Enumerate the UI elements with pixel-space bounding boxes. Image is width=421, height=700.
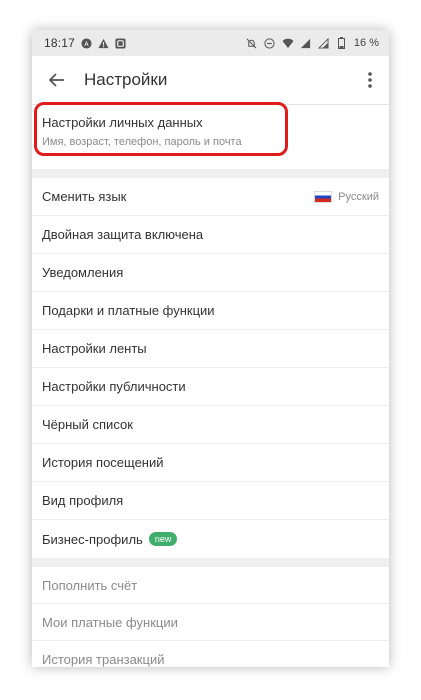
svg-text:A: A <box>84 39 89 47</box>
section-divider <box>32 169 389 178</box>
language-value: Русский <box>314 190 379 203</box>
phone-screen: 18:17 A 16 % Настройки Настройки личных … <box>32 30 389 667</box>
menu-item-label: История посещений <box>42 455 164 470</box>
menu-item[interactable]: Двойная защита включена <box>32 216 389 254</box>
menu-item-label: Вид профиля <box>42 493 124 508</box>
menu-item-top-up[interactable]: Пополнить счёт <box>32 567 389 604</box>
russian-flag-icon <box>314 190 333 203</box>
menu-item[interactable]: Вид профиля <box>32 482 389 520</box>
menu-item-paid-features[interactable]: Мои платные функции <box>32 604 389 641</box>
menu-item-label: Пополнить счёт <box>42 577 138 593</box>
menu-item-label: Настройки ленты <box>42 341 147 356</box>
signal-icon <box>300 37 312 49</box>
wifi-icon <box>282 37 294 49</box>
menu-item-label: Сменить язык <box>42 189 127 204</box>
page-title: Настройки <box>84 70 168 89</box>
personal-data-settings[interactable]: Настройки личных данных Имя, возраст, те… <box>32 102 389 169</box>
status-bar: 18:17 A 16 % <box>32 30 389 56</box>
language-name: Русский <box>338 190 379 203</box>
menu-item-label: Настройки публичности <box>42 379 186 394</box>
app-a-icon: A <box>80 37 92 49</box>
menu-item[interactable]: Подарки и платные функции <box>32 292 389 330</box>
signal-icon <box>318 37 330 49</box>
menu-item-label: Подарки и платные функции <box>42 303 215 318</box>
menu-item-label: Бизнес-профиль <box>42 531 143 547</box>
battery-icon <box>336 37 348 49</box>
menu-item-business-profile[interactable]: Бизнес-профиль new <box>32 520 389 558</box>
settings-menu: Сменить язык Русский Двойная защита вклю… <box>32 178 389 558</box>
menu-item-label: Чёрный список <box>42 417 133 432</box>
square-app-icon <box>114 37 126 49</box>
menu-item-transactions[interactable]: История транзакций <box>32 641 389 667</box>
battery-percent: 16 % <box>353 37 379 49</box>
menu-item[interactable]: Настройки публичности <box>32 368 389 406</box>
menu-item[interactable]: Настройки ленты <box>32 330 389 368</box>
warning-icon <box>97 37 109 49</box>
menu-item[interactable]: Уведомления <box>32 254 389 292</box>
menu-item-label: Уведомления <box>42 265 124 280</box>
menu-item-label: Двойная защита включена <box>42 227 204 242</box>
back-arrow-icon[interactable] <box>46 69 68 91</box>
bell-off-icon <box>246 37 258 49</box>
menu-item-label: Мои платные функции <box>42 614 178 630</box>
menu-item-label: История транзакций <box>42 652 165 667</box>
menu-item[interactable]: Чёрный список <box>32 406 389 444</box>
more-options-icon[interactable] <box>359 69 381 91</box>
section-divider <box>32 558 389 567</box>
menu-item[interactable]: История посещений <box>32 444 389 482</box>
highlight-annotation <box>34 102 288 156</box>
app-toolbar: Настройки <box>32 56 389 105</box>
payments-menu: Пополнить счёт Мои платные функции Истор… <box>32 567 389 667</box>
new-badge: new <box>148 532 178 546</box>
menu-item-language[interactable]: Сменить язык Русский <box>32 178 389 216</box>
do-not-disturb-icon <box>264 37 276 49</box>
status-time: 18:17 <box>44 36 76 50</box>
